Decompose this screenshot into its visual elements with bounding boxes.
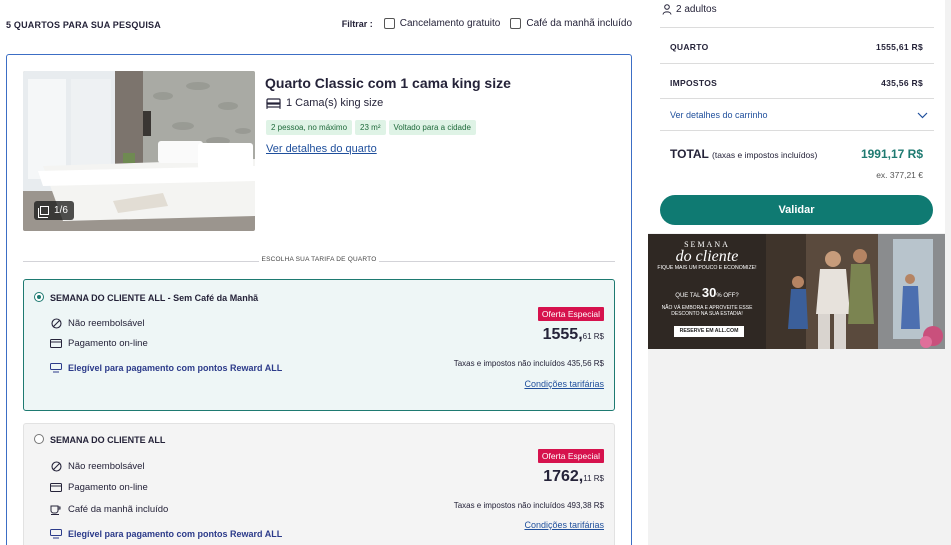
rate-2-price: 1762,11 R$ [543,468,604,485]
reward-points-icon [50,528,62,540]
rate-option-2[interactable]: SEMANA DO CLIENTE ALL Não reembolsável P… [23,423,615,545]
gallery-icon [38,206,49,218]
filter-free-cancellation-label: Cancelamento gratuito [399,18,501,29]
cart-room-row: QUARTO 1555,61 R$ [670,42,923,52]
filter-breakfast-label: Café da manhã incluído [526,18,632,29]
total-note: (taxas e impostos incluídos) [712,150,818,160]
cart-tax-label: IMPOSTOS [670,78,718,88]
person-icon [662,4,672,15]
results-count: 5 QUARTOS PARA SUA PESQUISA [6,20,161,30]
rate-2-offer-badge: Oferta Especial [537,449,604,463]
credit-card-icon [50,337,62,349]
filter-bar: Filtrar : Cancelamento gratuito Café da … [342,18,632,29]
rate-1-price: 1555,61 R$ [542,326,604,343]
rate-1-feature-nonrefundable: Não reembolsável [50,317,145,329]
rate-divider: ESCOLHA SUA TARIFA DE QUARTO [23,256,615,266]
results-panel: 5 QUARTOS PARA SUA PESQUISA Filtrar : Ca… [0,0,648,545]
room-card: 1/6 Quarto Classic com 1 cama king size … [6,54,632,545]
rate-1-title: SEMANA DO CLIENTE ALL - Sem Café da Manh… [50,293,259,303]
breakfast-checkbox[interactable] [510,18,522,29]
no-refund-icon [50,317,62,329]
rate-2-tax-note: Taxas e impostos não incluídos 493,38 R$ [453,501,604,510]
room-details-link[interactable]: Ver detalhes do quarto [266,143,377,155]
rate-2-radio[interactable] [34,434,44,444]
rate-1-conditions-link[interactable]: Condições tarifárias [524,379,604,389]
room-title: Quarto Classic com 1 cama king size [265,75,511,91]
rate-option-1[interactable]: SEMANA DO CLIENTE ALL - Sem Café da Manh… [23,279,615,411]
cart-details-link[interactable]: Ver detalhes do carrinho [670,110,768,120]
credit-card-icon [50,481,62,493]
rate-1-offer-badge: Oferta Especial [537,307,604,321]
banner-discount: QUE TAL 30% OFF? [675,285,739,300]
total-value: 1991,17 R$ [860,147,923,161]
total-euro-value: ex. 377,21 € [876,170,923,180]
bed-icon [266,97,281,109]
cart-room-value: 1555,61 R$ [876,42,923,52]
guests-label: 2 adultos [676,4,717,15]
coffee-cup-icon [50,503,62,515]
chevron-down-icon [917,112,928,118]
filter-label: Filtrar : [341,18,373,29]
guests-info: 2 adultos [662,4,717,15]
rate-1-reward: Elegível para pagamento com pontos Rewar… [50,362,282,374]
rate-2-title: SEMANA DO CLIENTE ALL [50,435,166,445]
no-refund-icon [50,460,62,472]
banner-text: SEMANA do cliente FIQUE MAIS UM POUCO E … [648,234,766,349]
cart-room-label: QUARTO [670,42,709,52]
results-header: 5 QUARTOS PARA SUA PESQUISA Filtrar : Ca… [6,18,632,34]
tag-view: Voltado para a cidade [388,120,476,135]
photo-gallery-counter[interactable]: 1/6 [34,201,74,220]
cart-summary: 2 adultos QUARTO 1555,61 R$ IMPOSTOS 435… [648,0,945,233]
rate-1-radio[interactable] [34,292,44,302]
cart-details-toggle[interactable]: Ver detalhes do carrinho [670,110,928,120]
reward-points-icon [50,362,62,374]
rate-2-conditions-link[interactable]: Condições tarifárias [524,520,604,530]
cart-tax-value: 435,56 R$ [881,78,923,88]
tag-capacity: 2 pessoa, no máximo [266,120,353,135]
free-cancellation-checkbox[interactable] [383,18,395,29]
bed-info: 1 Cama(s) king size [266,97,383,109]
rate-1-feature-online-payment: Pagamento on-line [50,337,148,349]
rate-1-tax-note: Taxas e impostos não incluídos 435,56 R$ [453,359,604,368]
filter-breakfast[interactable]: Café da manhã incluído [510,18,632,29]
rate-2-feature-nonrefundable: Não reembolsável [50,460,145,472]
rate-2-reward: Elegível para pagamento com pontos Rewar… [50,528,282,540]
cart-tax-row: IMPOSTOS 435,56 R$ [670,78,923,88]
room-photo[interactable]: 1/6 [23,71,255,231]
tag-size: 23 m² [355,120,386,135]
filter-free-cancellation[interactable]: Cancelamento gratuito [383,18,501,29]
photo-counter-label: 1/6 [54,205,68,216]
rate-2-feature-online-payment: Pagamento on-line [50,481,148,493]
banner-cta[interactable]: RESERVE EM ALL.COM [674,326,744,337]
room-tags: 2 pessoa, no máximo 23 m² Voltado para a… [266,120,479,135]
total-label: TOTAL (taxas e impostos incluídos) [670,147,818,161]
banner-line4: NÃO VÁ EMBORA E APROVEITE ESSE DESCONTO … [661,305,753,317]
cart-total-row: TOTAL (taxas e impostos incluídos) 1991,… [670,147,923,161]
banner-line2: do cliente [675,248,739,265]
promo-banner[interactable]: SEMANA do cliente FIQUE MAIS UM POUCO E … [648,234,945,349]
bed-label: 1 Cama(s) king size [286,97,384,109]
banner-line3: FIQUE MAIS UM POUCO E ECONOMIZE! [657,265,757,271]
rate-2-feature-breakfast: Café da manhã incluído [50,503,168,515]
validate-button[interactable]: Validar [660,195,933,225]
